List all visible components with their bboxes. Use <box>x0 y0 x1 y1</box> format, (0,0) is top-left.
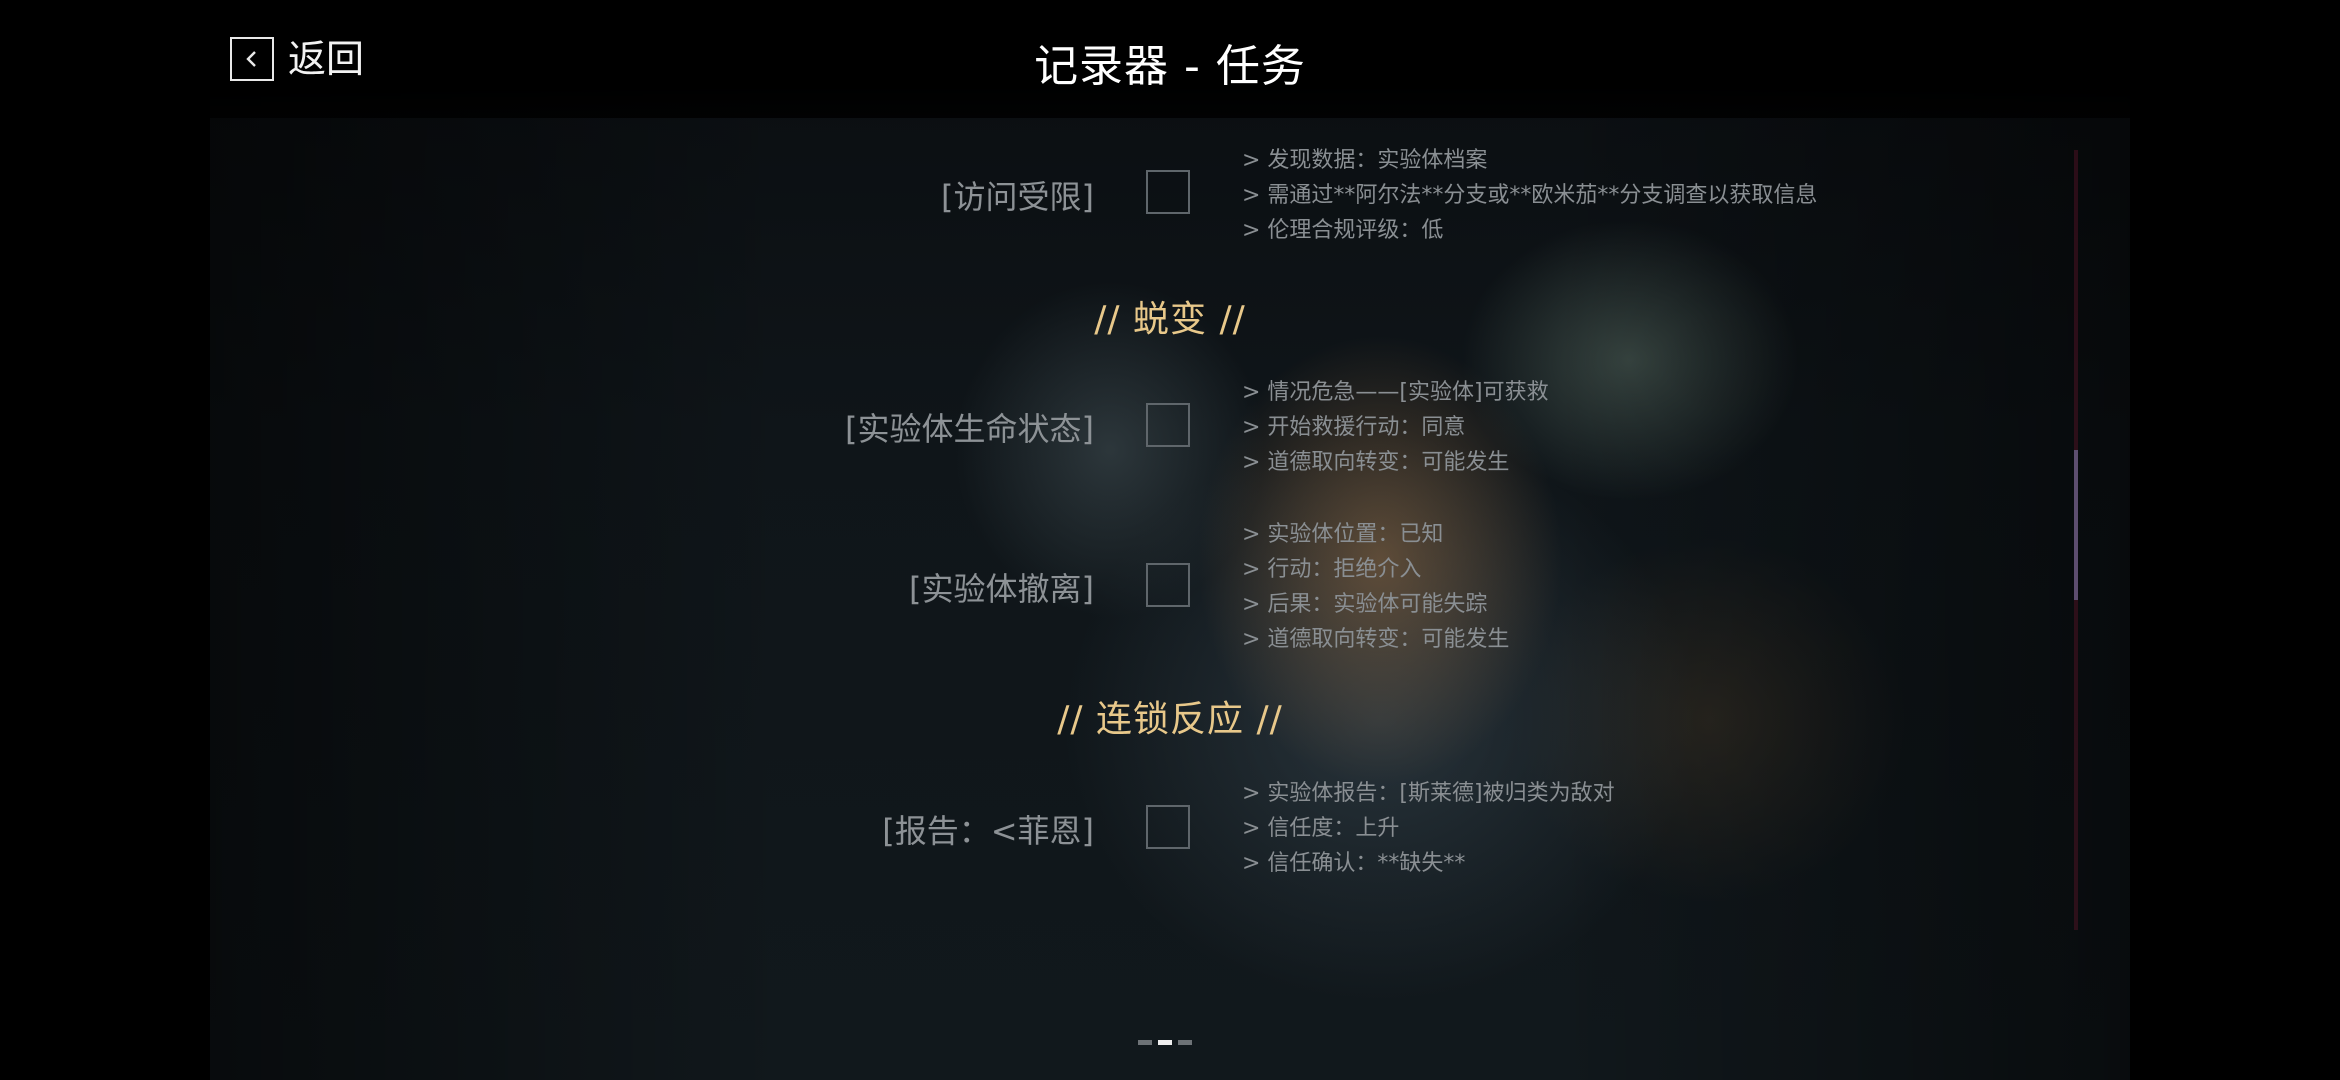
note-line: > 发现数据：实验体档案 <box>1242 148 1488 173</box>
task-label-subject-life-status: [实验体生命状态] <box>845 410 1094 448</box>
note-line: > 实验体报告：[斯莱德]被归类为敌对 <box>1242 781 1615 806</box>
scrollbar-thumb[interactable] <box>2074 450 2078 600</box>
task-notes-report-finn: > 实验体报告：[斯莱德]被归类为敌对 > 信任度：上升 > 信任确认：**缺失… <box>1242 776 1615 881</box>
page-dot-3[interactable] <box>1178 1040 1192 1045</box>
task-checkbox-access-restricted[interactable] <box>1146 170 1190 214</box>
task-checkbox-subject-evacuation[interactable] <box>1146 563 1190 607</box>
page-indicator <box>1138 1040 1192 1045</box>
task-notes-subject-evacuation: > 实验体位置：已知 > 行动：拒绝介入 > 后果：实验体可能失踪 > 道德取向… <box>1242 517 1509 657</box>
task-checkbox-subject-life-status[interactable] <box>1146 403 1190 447</box>
note-line: > 行动：拒绝介入 <box>1242 557 1422 582</box>
note-line: > 开始救援行动：同意 <box>1242 415 1466 440</box>
note-line: > 实验体位置：已知 <box>1242 522 1444 547</box>
task-checkbox-report-finn[interactable] <box>1146 805 1190 849</box>
page-dot-1[interactable] <box>1138 1040 1152 1045</box>
blurred-background <box>210 0 2130 1080</box>
task-label-access-restricted: [访问受限] <box>941 178 1094 216</box>
note-line: > 情况危急——[实验体]可获救 <box>1242 380 1549 405</box>
page-dot-2[interactable] <box>1158 1040 1172 1045</box>
note-line: > 伦理合规评级：低 <box>1242 218 1444 243</box>
section-heading-metamorphosis: // 蜕变 // <box>1094 299 1246 340</box>
task-notes-subject-life-status: > 情况危急——[实验体]可获救 > 开始救援行动：同意 > 道德取向转变：可能… <box>1242 375 1549 480</box>
note-line: > 后果：实验体可能失踪 <box>1242 592 1488 617</box>
note-line: > 信任确认：**缺失** <box>1242 851 1466 876</box>
task-label-subject-evacuation: [实验体撤离] <box>909 570 1094 608</box>
task-label-report-finn: [报告：<菲恩] <box>882 812 1094 850</box>
note-line: > 道德取向转变：可能发生 <box>1242 450 1510 475</box>
task-notes-access-restricted: > 发现数据：实验体档案 > 需通过**阿尔法**分支或**欧米茄**分支调查以… <box>1242 143 1817 248</box>
note-line: > 道德取向转变：可能发生 <box>1242 627 1510 652</box>
section-heading-chain-reaction: // 连锁反应 // <box>1057 699 1283 740</box>
note-line: > 信任度：上升 <box>1242 816 1400 841</box>
page-title: 记录器 - 任务 <box>1034 41 1306 92</box>
screen: 返回 记录器 - 任务 [访问受限] > 发现数据：实验体档案 > 需通过**阿… <box>0 0 2340 1080</box>
note-line: > 需通过**阿尔法**分支或**欧米茄**分支调查以获取信息 <box>1242 183 1818 208</box>
